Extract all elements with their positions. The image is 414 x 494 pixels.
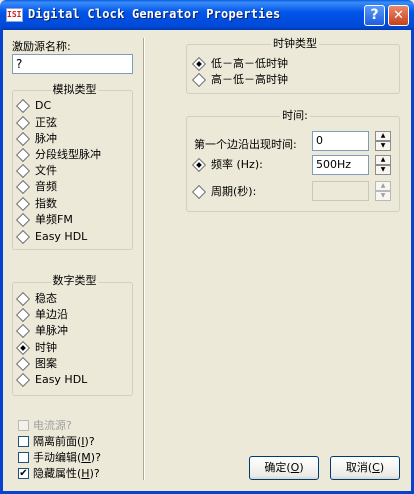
digital-option-label: 稳态 <box>35 292 57 305</box>
analog-option-label: DC <box>35 99 52 112</box>
period-spinner[interactable]: ▲ ▼ <box>375 181 391 201</box>
digital-option-label: 图案 <box>35 357 57 370</box>
frequency-input[interactable]: 500Hz <box>312 155 369 175</box>
manual-edit-label: 手动编辑(M)? <box>33 451 101 464</box>
analog-option-label: Easy HDL <box>35 230 88 243</box>
checkbox-icon <box>18 420 29 431</box>
first-edge-input[interactable]: 0 <box>312 131 369 151</box>
help-button[interactable]: ? <box>364 5 385 26</box>
analog-option-label: 分段线型脉冲 <box>35 148 101 161</box>
digital-option-label: 单脉冲 <box>35 324 68 337</box>
hide-properties-label: 隐藏属性(H)? <box>33 467 100 480</box>
app-icon: ISIS <box>6 8 23 22</box>
spin-down-icon[interactable]: ▼ <box>375 141 391 151</box>
ok-button[interactable]: 确定(O) <box>249 456 319 480</box>
analog-option-label: 脉冲 <box>35 132 57 145</box>
analog-option-label: 指数 <box>35 197 57 210</box>
digital-option-label: 时钟 <box>35 341 57 354</box>
current-source-label: 电流源? <box>33 419 72 432</box>
period-label: 周期(秒): <box>211 185 257 198</box>
timing-legend: 时间: <box>280 109 310 122</box>
first-edge-spinner[interactable]: ▲ ▼ <box>375 131 391 151</box>
checkbox-icon <box>18 452 29 463</box>
analog-option-label: 文件 <box>35 164 57 177</box>
clock-high-low-high-label: 高－低－高时钟 <box>211 73 288 86</box>
period-input[interactable] <box>312 181 369 201</box>
spin-down-icon[interactable]: ▼ <box>375 191 391 201</box>
digital-option-label: Easy HDL <box>35 373 88 386</box>
spin-down-icon[interactable]: ▼ <box>375 165 391 175</box>
analog-option-label: 音频 <box>35 180 57 193</box>
frequency-label: 频率 (Hz): <box>211 158 263 171</box>
window-title: Digital Clock Generator Properties <box>28 7 281 21</box>
frequency-spinner[interactable]: ▲ ▼ <box>375 155 391 175</box>
spin-up-icon[interactable]: ▲ <box>375 181 391 191</box>
column-separator <box>143 38 145 480</box>
spin-up-icon[interactable]: ▲ <box>375 131 391 141</box>
spin-up-icon[interactable]: ▲ <box>375 155 391 165</box>
clock-low-high-low-label: 低－高－低时钟 <box>211 57 288 70</box>
close-button[interactable]: ✕ <box>388 5 409 26</box>
source-name-input[interactable]: ? <box>12 54 133 74</box>
source-name-label: 激励源名称: <box>12 40 71 53</box>
checkbox-icon <box>18 436 29 447</box>
digital-type-legend: 数字类型 <box>50 274 99 287</box>
analog-type-legend: 模拟类型 <box>50 83 99 96</box>
cancel-button[interactable]: 取消(C) <box>330 456 400 480</box>
first-edge-label: 第一个边沿出现时间: <box>194 138 297 151</box>
analog-option-label: 单频FM <box>35 213 73 226</box>
isolate-front-label: 隔离前面(I)? <box>33 435 95 448</box>
digital-option-label: 单边沿 <box>35 308 68 321</box>
clock-type-legend: 时钟类型 <box>271 37 319 50</box>
checkbox-checked-icon: ✔ <box>18 468 29 479</box>
analog-option-label: 正弦 <box>35 116 57 129</box>
title-bar[interactable]: ISIS Digital Clock Generator Properties … <box>0 0 414 30</box>
window-frame-left <box>0 30 3 494</box>
